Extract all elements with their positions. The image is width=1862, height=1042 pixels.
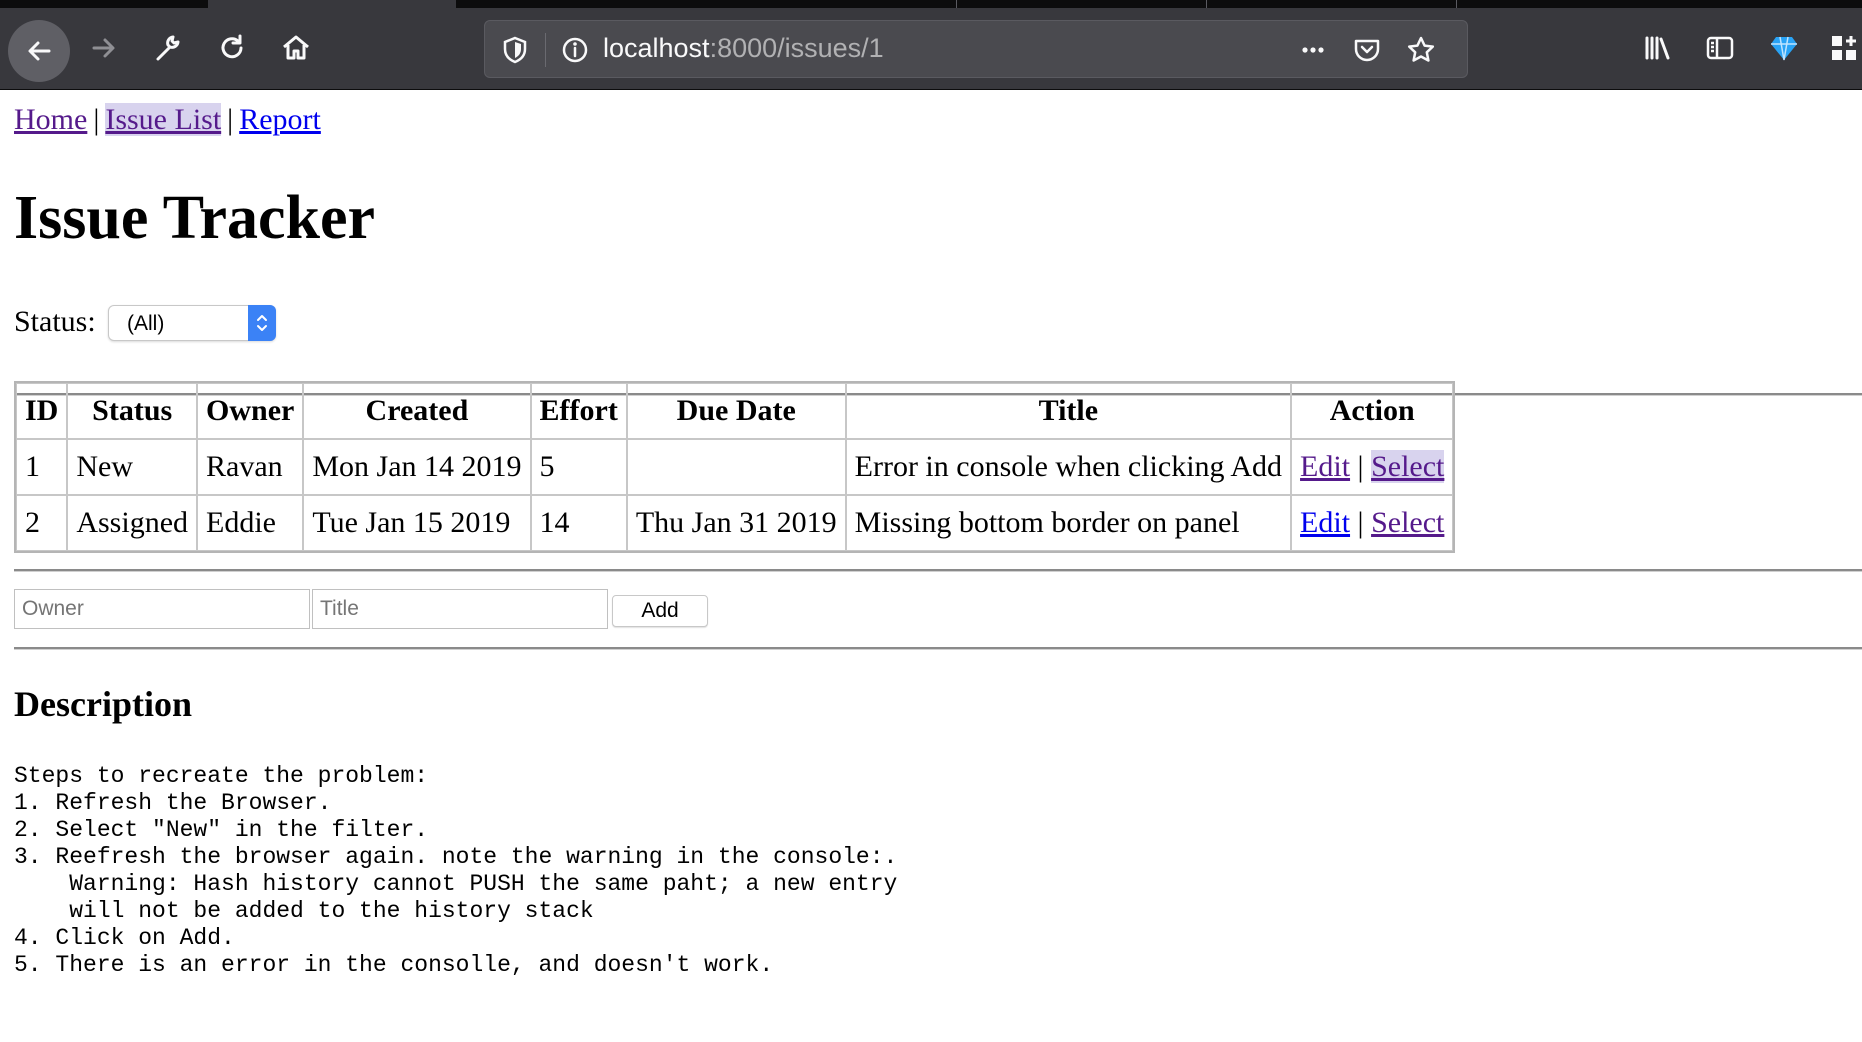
back-arrow-icon [28, 41, 51, 61]
table-row: 2 Assigned Eddie Tue Jan 15 2019 14 Thu … [16, 495, 1454, 551]
cell-created: Mon Jan 14 2019 [303, 439, 531, 495]
forward-arrow-icon [92, 38, 115, 58]
pocket-icon[interactable] [1351, 34, 1383, 66]
cell-owner: Ravan [197, 439, 304, 495]
nav-link-report[interactable]: Report [239, 103, 321, 136]
cell-id: 1 [16, 439, 68, 495]
nav-link-issue-list[interactable]: Issue List [105, 103, 222, 136]
nav-link-home[interactable]: Home [14, 103, 87, 136]
tab-separator [1456, 0, 1457, 8]
url-bar[interactable]: localhost:8000/issues/1 [484, 20, 1468, 78]
back-button[interactable] [8, 20, 70, 82]
action-separator: | [1357, 450, 1364, 483]
issue-table: ID Status Owner Created Effort Due Date … [14, 381, 1456, 553]
url-path: :8000/issues/1 [709, 33, 884, 63]
ellipsis-icon[interactable] [1297, 34, 1329, 66]
cell-id: 2 [16, 495, 68, 551]
status-filter: Status: (All) [14, 305, 276, 341]
cell-title: Error in console when clicking Add [845, 439, 1292, 495]
page-title: Issue Tracker [14, 184, 376, 252]
edit-link[interactable]: Edit [1300, 450, 1350, 483]
extensions-grid-icon [1832, 36, 1856, 60]
cell-effort: 5 [530, 439, 627, 495]
sidebar-icon [1706, 36, 1734, 60]
reload-icon [221, 34, 243, 59]
top-nav: Home | Issue List | Report [14, 103, 321, 137]
add-button[interactable]: Add [612, 595, 708, 627]
reload-button[interactable] [208, 24, 256, 72]
description-heading: Description [14, 684, 192, 724]
tab-separator [956, 0, 957, 8]
tools-button[interactable] [144, 24, 192, 72]
tracking-shield-icon[interactable] [499, 34, 531, 66]
select-link[interactable]: Select [1371, 506, 1444, 539]
forward-button[interactable] [80, 24, 128, 72]
cell-status: New [67, 439, 198, 495]
column-header-created: Created [303, 383, 531, 439]
table-header-row: ID Status Owner Created Effort Due Date … [16, 383, 1454, 439]
wrench-icon [156, 35, 180, 61]
nav-separator: | [93, 103, 100, 136]
column-header-owner: Owner [197, 383, 304, 439]
column-header-status: Status [67, 383, 198, 439]
column-header-title: Title [845, 383, 1292, 439]
cell-owner: Eddie [197, 495, 304, 551]
column-header-id: ID [16, 383, 68, 439]
table-row: 1 New Ravan Mon Jan 14 2019 5 Error in c… [16, 439, 1454, 495]
url-host: localhost [603, 33, 710, 63]
description-text: Steps to recreate the problem: 1. Refres… [14, 763, 898, 978]
cell-action: Edit | Select [1291, 439, 1454, 495]
extension-button[interactable] [1760, 24, 1808, 72]
column-header-due-date: Due Date [626, 383, 846, 439]
title-input[interactable] [312, 589, 608, 629]
cell-status: Assigned [67, 495, 198, 551]
status-filter-label: Status: [14, 305, 96, 338]
status-select[interactable]: (All) [108, 305, 276, 341]
info-icon[interactable] [559, 34, 591, 66]
cell-due-date: Thu Jan 31 2019 [626, 495, 846, 551]
select-link[interactable]: Select [1371, 450, 1445, 483]
cell-effort: 14 [530, 495, 627, 551]
divider [14, 569, 1862, 572]
library-icon [1645, 36, 1670, 60]
cell-action: Edit | Select [1291, 495, 1454, 551]
star-icon[interactable] [1405, 34, 1437, 66]
cell-created: Tue Jan 15 2019 [303, 495, 531, 551]
owner-input[interactable] [14, 589, 310, 629]
column-header-action: Action [1291, 383, 1454, 439]
tab-separator [1206, 0, 1207, 8]
column-header-effort: Effort [530, 383, 627, 439]
edit-link[interactable]: Edit [1300, 506, 1350, 539]
gem-icon [1771, 36, 1797, 61]
status-select-value: (All) [127, 312, 165, 335]
cell-due-date [626, 439, 846, 495]
extensions-overflow-button[interactable] [1820, 24, 1862, 72]
active-tab[interactable] [208, 0, 456, 8]
home-button[interactable] [272, 24, 320, 72]
home-icon [283, 35, 309, 60]
browser-toolbar: localhost:8000/issues/1 [0, 0, 1862, 90]
sidebar-button[interactable] [1696, 24, 1744, 72]
divider [14, 647, 1862, 650]
cell-title: Missing bottom border on panel [845, 495, 1292, 551]
action-separator: | [1357, 506, 1364, 539]
nav-separator: | [227, 103, 234, 136]
url-divider [545, 33, 546, 67]
library-button[interactable] [1634, 24, 1682, 72]
select-arrows-icon [248, 305, 276, 341]
url-text[interactable]: localhost:8000/issues/1 [603, 33, 884, 64]
